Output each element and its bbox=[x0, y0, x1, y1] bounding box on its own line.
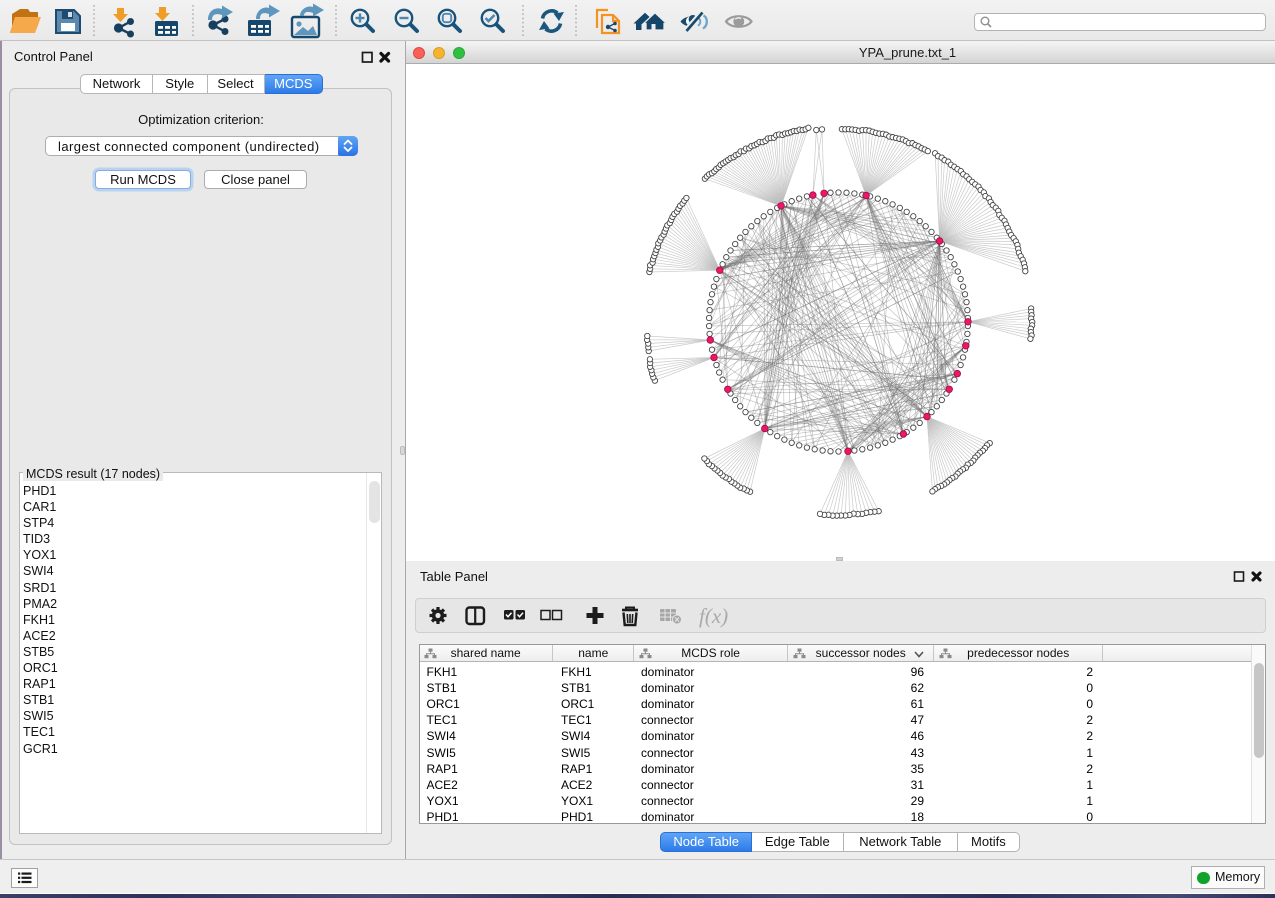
svg-text:f(x): f(x) bbox=[699, 604, 728, 628]
